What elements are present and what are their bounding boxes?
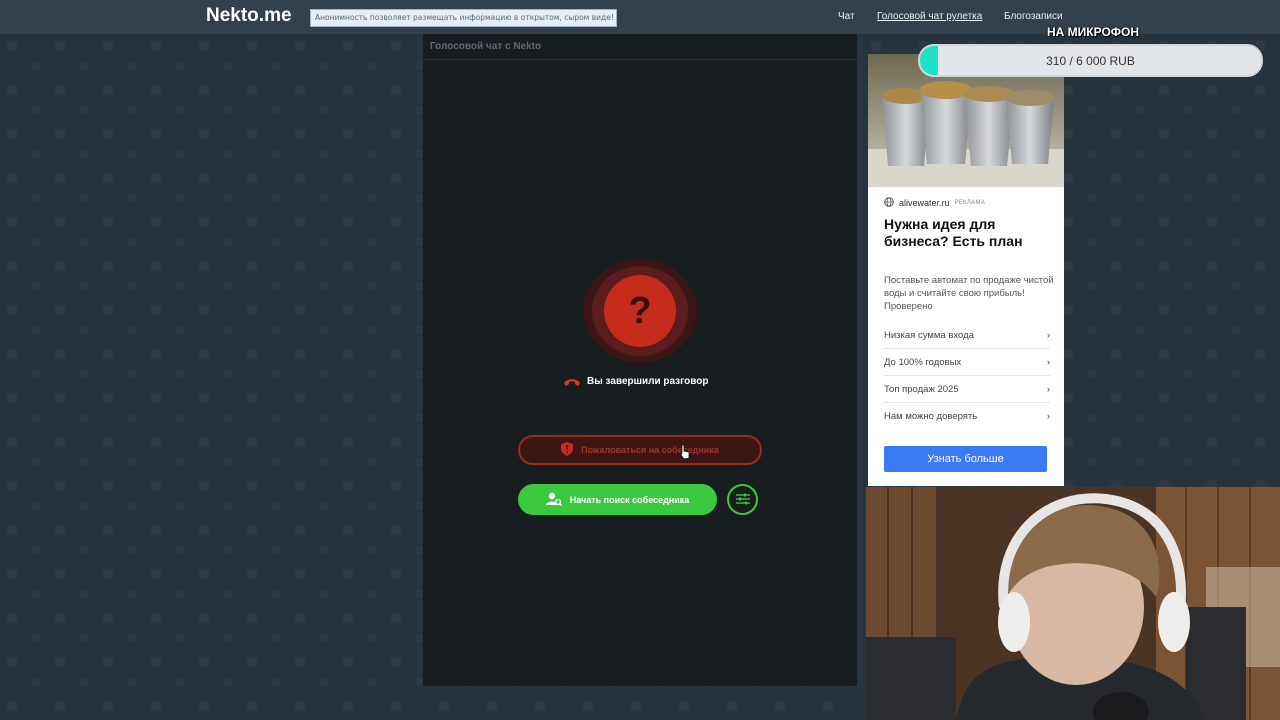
question-icon: ? [628,289,652,332]
settings-button[interactable] [727,484,758,515]
ad-link-item[interactable]: Нам можно доверять › [884,403,1050,429]
hangup-phone-icon [563,372,581,391]
donation-goal-title: НА МИКРОФОН [1047,25,1140,39]
ad-title[interactable]: Нужна идея для бизнеса? Есть план [884,216,1054,250]
ad-link-label: До 100% годовых [884,356,962,368]
nav-chat[interactable]: Чат [838,11,855,22]
donation-progress-text: 310 / 6 000 RUB [1046,53,1135,68]
call-ended-text: Вы завершили разговор [587,375,709,387]
ad-link-item[interactable]: До 100% годовых › [884,349,1050,376]
shield-icon [561,442,574,458]
ad-label: РЕКЛАМА [954,200,986,206]
ad-links: Низкая сумма входа › До 100% годовых › Т… [884,322,1050,429]
voice-chat-panel: Голосовой чат с Nekto ? Вы завершили раз… [423,34,857,686]
ad-link-label: Нам можно доверять [884,410,978,422]
call-ended-status: Вы завершили разговор [563,373,723,389]
mouse-cursor-icon [679,444,691,464]
ad-link-item[interactable]: Низкая сумма входа › [884,322,1050,349]
ad-description: Поставьте автомат по продаже чистой воды… [884,275,1054,312]
panel-title: Голосовой чат с Nekto [423,34,857,60]
ad-link-label: Топ продаж 2025 [884,383,959,395]
report-button[interactable]: Пожаловаться на собеседника [518,435,762,465]
nav-blog[interactable]: Блогозаписи [1004,11,1063,22]
start-search-button[interactable]: Начать поиск собеседника [518,484,717,515]
globe-icon [884,197,894,209]
ad-link-item[interactable]: Топ продаж 2025 › [884,376,1050,403]
chevron-right-icon: › [1046,329,1050,341]
start-search-label: Начать поиск собеседника [569,494,690,505]
chevron-right-icon: › [1046,356,1050,368]
nav-voice-roulette[interactable]: Голосовой чат рулетка [877,11,982,22]
donation-progress-bar: 310 / 6 000 RUB [918,44,1263,77]
ad-domain: alivewater.ru [899,198,950,208]
ad-source[interactable]: alivewater.ru РЕКЛАМА [884,197,985,209]
advertisement[interactable]: alivewater.ru РЕКЛАМА Нужна идея для биз… [868,54,1064,486]
user-search-icon [545,492,562,508]
sliders-icon [735,490,750,509]
ad-cta-button[interactable]: Узнать больше [884,446,1047,472]
webcam-feed [866,487,1280,720]
ad-link-label: Низкая сумма входа [884,329,974,341]
report-label: Пожаловаться на собеседника [581,445,719,455]
chevron-right-icon: › [1046,410,1050,422]
chevron-right-icon: › [1046,383,1050,395]
notice-banner: Анонимность позволяет размещать информац… [310,9,617,27]
site-logo[interactable]: Nekto.me [206,5,292,27]
status-indicator: ? [583,259,697,363]
